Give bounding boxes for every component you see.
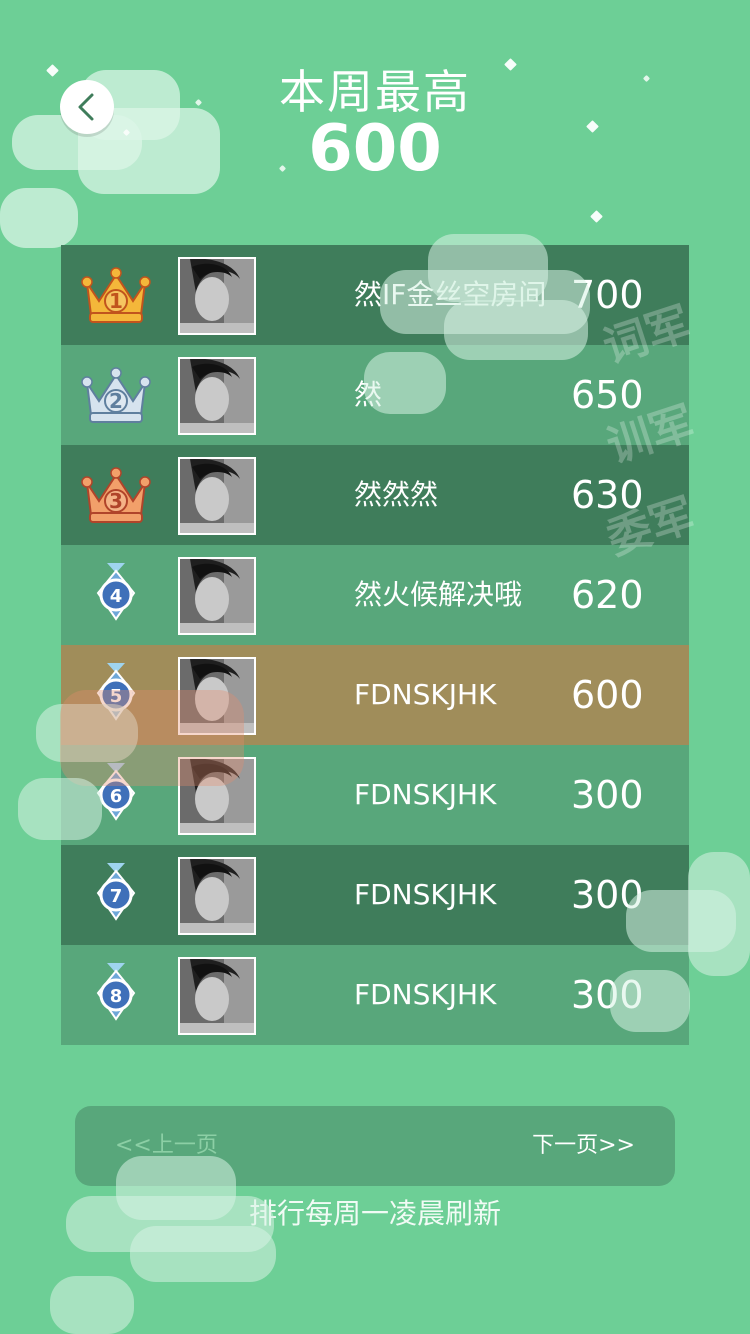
leaderboard-row: 4 然火候解决哦 620 (61, 545, 689, 645)
avatar[interactable] (178, 357, 256, 435)
player-score: 300 (571, 773, 644, 817)
svg-text:6: 6 (110, 786, 123, 807)
leaderboard-row: 7 FDNSKJHK 300 (61, 845, 689, 945)
medal-icon: 4 (79, 563, 153, 627)
sparkle-decoration (590, 210, 603, 223)
player-name: FDNSKJHK (354, 978, 497, 1011)
cloud-decoration (364, 352, 446, 414)
avatar[interactable] (178, 257, 256, 335)
svg-text:3: 3 (109, 489, 123, 513)
avatar[interactable] (178, 557, 256, 635)
leaderboard-row: 3 然然然 630 (61, 445, 689, 545)
svg-text:2: 2 (109, 389, 123, 413)
player-name: 然然然 (354, 478, 439, 511)
leaderboard-row: 1然IF金丝空房间700 (61, 245, 689, 345)
player-name: FDNSKJHK (354, 878, 497, 911)
gold-crown-icon: 1 (79, 263, 153, 327)
cloud-decoration (18, 778, 102, 840)
avatar[interactable] (178, 857, 256, 935)
cloud-decoration (0, 188, 78, 248)
medal-icon: 7 (79, 863, 153, 927)
medal-icon: 8 (79, 963, 153, 1027)
cloud-decoration (626, 890, 736, 952)
cloud-decoration (444, 300, 588, 360)
player-name: FDNSKJHK (354, 778, 497, 811)
avatar[interactable] (178, 957, 256, 1035)
avatar[interactable] (178, 457, 256, 535)
svg-text:8: 8 (110, 986, 123, 1007)
silver-crown-icon: 2 (79, 363, 153, 427)
cloud-decoration (50, 1276, 134, 1334)
cloud-decoration (610, 970, 690, 1032)
cloud-decoration (60, 690, 244, 786)
player-name: 然火候解决哦 (354, 578, 523, 611)
bronze-crown-icon: 3 (79, 463, 153, 527)
svg-text:7: 7 (110, 886, 123, 907)
cloud-decoration (130, 1226, 276, 1282)
leaderboard-row: 8 FDNSKJHK 300 (61, 945, 689, 1045)
player-name: FDNSKJHK (354, 678, 497, 711)
svg-text:4: 4 (110, 586, 123, 607)
next-page-button[interactable]: 下一页>> (532, 1106, 635, 1186)
best-score: 600 (308, 112, 442, 186)
player-score: 600 (571, 673, 644, 717)
svg-text:1: 1 (109, 289, 123, 313)
